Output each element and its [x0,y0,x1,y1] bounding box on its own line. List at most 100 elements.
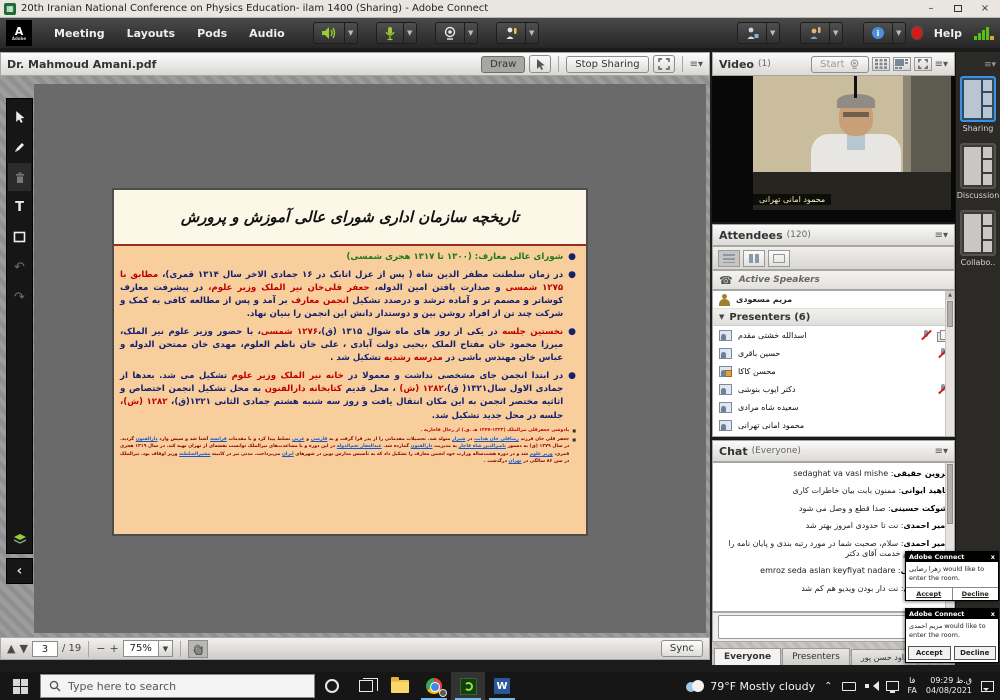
minimize-button[interactable]: – [920,2,942,16]
close-button[interactable]: × [974,2,996,16]
presenter-row[interactable]: دکتر ایوب بنوشی [713,380,954,398]
attendee-status-control[interactable]: ▼ [737,22,780,44]
redo-tool[interactable]: ↷ [8,283,31,311]
task-view-button[interactable] [349,672,383,700]
chat-pod-menu-icon[interactable]: ≡▾ [935,446,948,457]
next-page-button[interactable]: ▼ [19,642,27,655]
chat-tab-item[interactable]: Presenters [782,648,850,665]
start-button[interactable] [0,672,40,700]
accept-button[interactable]: Accept [908,646,951,660]
attendees-pod-menu-icon[interactable]: ≡▾ [935,230,948,241]
notification-close-icon[interactable]: x [991,553,995,561]
grid-view-button[interactable] [872,57,890,71]
pointer-tool[interactable] [8,103,31,131]
presenter-row[interactable]: اسدالله خشتی مقدم [713,326,954,344]
help-menu[interactable]: Help [928,27,968,40]
status-control[interactable]: ▼ [496,22,539,44]
shape-tool[interactable] [8,223,31,251]
webcam-control[interactable]: ▼ [435,22,478,44]
attendee-breakout-view-button[interactable] [743,250,765,267]
taskbar-search-box[interactable]: Type here to search [40,674,315,698]
attendee-status-dropdown[interactable]: ▼ [767,22,780,44]
video-pod-menu-icon[interactable]: ≡▾ [935,59,948,70]
presenter-row[interactable]: حسین باقری [713,344,954,362]
draw-button[interactable]: Draw [481,56,525,73]
previous-page-button[interactable]: ▲ [7,642,15,655]
stop-sharing-button[interactable]: Stop Sharing [566,56,648,73]
notification-close-icon[interactable]: x [991,610,995,618]
pointer-tool-button[interactable] [529,55,551,73]
presenters-group-header[interactable]: ▼ Presenters (6) [713,309,954,326]
webcam-dropdown[interactable]: ▼ [465,22,478,44]
attendees-scrollbar[interactable]: ▲ [945,291,954,436]
tray-overflow-button[interactable]: ⌃ [824,681,832,692]
menu-layouts[interactable]: Layouts [117,21,185,46]
speaker-control[interactable]: ▼ [313,22,358,44]
fullscreen-button[interactable] [653,55,675,73]
layout-collabo[interactable] [960,210,996,256]
decline-link[interactable]: Decline [953,588,999,600]
delete-tool[interactable] [8,163,31,191]
maximize-button[interactable] [947,2,969,16]
status-dropdown[interactable]: ▼ [526,22,539,44]
layout-sharing[interactable] [960,76,996,122]
info-dropdown[interactable]: ▼ [893,22,906,44]
attendee-list-view-button[interactable] [718,250,740,267]
menu-meeting[interactable]: Meeting [44,21,115,46]
action-center-icon[interactable] [981,681,994,692]
hand-raise-dropdown[interactable]: ▼ [830,22,843,44]
shared-document-title: Dr. Mahmoud Amani.pdf [7,58,477,71]
adobe-connect-button[interactable] [451,672,485,700]
hand-raise-control[interactable]: ▼ [800,22,843,44]
speaker-icon [321,26,337,40]
host-row[interactable]: مریم مسعودی [713,291,954,309]
presenter-row[interactable]: محمود امانی تهرانی [713,416,954,434]
cortana-button[interactable] [315,672,349,700]
zoom-out-button[interactable]: − [96,642,105,655]
word-button[interactable]: W [485,672,519,700]
presenter-name: سعیده شاه مرادی [738,403,799,412]
info-control[interactable]: i ▼ [863,22,906,44]
sync-button[interactable]: Sync [661,640,703,657]
accept-link[interactable]: Accept [906,588,953,600]
language-indicator[interactable]: فا FA [908,676,917,695]
menu-pods[interactable]: Pods [187,21,237,46]
page-number-input[interactable]: 3 [32,641,58,657]
window-title: 20th Iranian National Conference on Phys… [21,3,915,14]
video-fullscreen-button[interactable] [914,57,932,71]
speaker-dropdown[interactable]: ▼ [345,22,358,44]
microphone-control[interactable]: ▼ [376,22,417,44]
filmstrip-view-button[interactable] [893,57,911,71]
zoom-in-button[interactable]: + [109,642,118,655]
attendee-status-view-button[interactable] [768,250,790,267]
layout-discussion[interactable] [960,143,996,189]
zoom-dropdown-icon[interactable]: ▼ [158,641,172,656]
marker-tool[interactable] [8,133,31,161]
chat-sender: امیر احمدی [903,539,948,548]
share-pod-menu-icon[interactable]: ≡▾ [690,59,703,70]
collapse-toolbar-button[interactable]: ‹ [6,558,33,584]
presenter-row[interactable]: سعیده شاه مرادی [713,398,954,416]
taskbar-weather[interactable]: 79°F Mostly cloudy [684,680,815,693]
menu-audio[interactable]: Audio [239,21,295,46]
connection-signal-icon[interactable] [974,26,994,40]
taskbar-clock[interactable]: 09:29 ق.ظ 04/08/2021 [926,676,972,696]
file-explorer-button[interactable] [383,672,417,700]
touch-keyboard-icon[interactable] [842,682,856,691]
text-tool[interactable]: T [8,193,31,221]
active-speakers-bar[interactable]: ☎ Active Speakers [712,270,955,290]
chat-tab-active[interactable]: Everyone [714,648,781,665]
zoom-level-select[interactable]: 75% ▼ [123,640,173,657]
microphone-dropdown[interactable]: ▼ [404,22,417,44]
presenter-row[interactable]: محسن کاکا [713,362,954,380]
webcam-small-icon [849,59,860,69]
network-icon[interactable] [886,681,899,691]
chrome-button[interactable] [417,672,451,700]
volume-icon[interactable] [865,681,877,691]
pan-tool-button[interactable] [188,640,208,658]
layers-tool[interactable] [8,525,31,553]
decline-button[interactable]: Decline [954,646,997,660]
layout-bar-menu-icon[interactable]: ≡▾ [984,60,996,70]
undo-tool[interactable]: ↶ [8,253,31,281]
start-webcam-button[interactable]: Start [811,56,868,73]
